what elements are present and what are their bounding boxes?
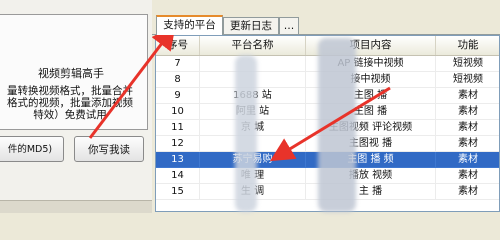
promo-line: 格式的视频，批量添加视频	[7, 97, 133, 109]
row-function: 素材	[436, 88, 499, 104]
tab-changelog[interactable]: 更新日志	[223, 17, 279, 34]
header-function[interactable]: 功能	[436, 36, 499, 55]
row-number: 10	[156, 104, 200, 120]
row-number: 13	[156, 152, 200, 168]
promo-text: 量转换视频格式，批量合并 格式的视频，批量添加视频 特效）免费试用	[0, 85, 143, 121]
redaction-blur	[235, 55, 257, 212]
row-number: 15	[156, 184, 200, 200]
row-number: 7	[156, 56, 200, 72]
bottom-strip	[0, 200, 152, 213]
promo-line: 量转换视频格式，批量合并	[7, 85, 133, 97]
row-function: 素材	[436, 104, 499, 120]
tab-more[interactable]: …	[279, 17, 299, 34]
row-function: 素材	[436, 184, 499, 200]
row-function: 短视频	[436, 72, 499, 88]
row-function: 素材	[436, 152, 499, 168]
left-panel: 视频剪辑高手 量转换视频格式，批量合并 格式的视频，批量添加视频 特效）免费试用…	[0, 0, 152, 213]
promo-line: 特效）免费试用	[33, 109, 107, 121]
you-write-i-read-button[interactable]: 你写我读	[74, 136, 144, 162]
promo-box[interactable]: 视频剪辑高手 量转换视频格式，批量合并 格式的视频，批量添加视频 特效）免费试用	[0, 14, 148, 130]
tab-supported-platforms[interactable]: 支持的平台	[156, 15, 223, 35]
md5-button[interactable]: 件的MD5)	[0, 136, 64, 162]
header-platform[interactable]: 平台名称	[200, 36, 306, 55]
promo-title: 视频剪辑高手	[38, 67, 104, 80]
row-function: 短视频	[436, 56, 499, 72]
row-number: 9	[156, 88, 200, 104]
redaction-blur	[318, 38, 356, 212]
row-number: 12	[156, 136, 200, 152]
row-number: 8	[156, 72, 200, 88]
row-function: 素材	[436, 168, 499, 184]
header-no[interactable]: 序号	[156, 36, 200, 55]
row-number: 11	[156, 120, 200, 136]
row-function: 素材	[436, 120, 499, 136]
tab-strip: 支持的平台 更新日志 …	[152, 15, 500, 35]
row-number: 14	[156, 168, 200, 184]
row-function: 素材	[436, 136, 499, 152]
